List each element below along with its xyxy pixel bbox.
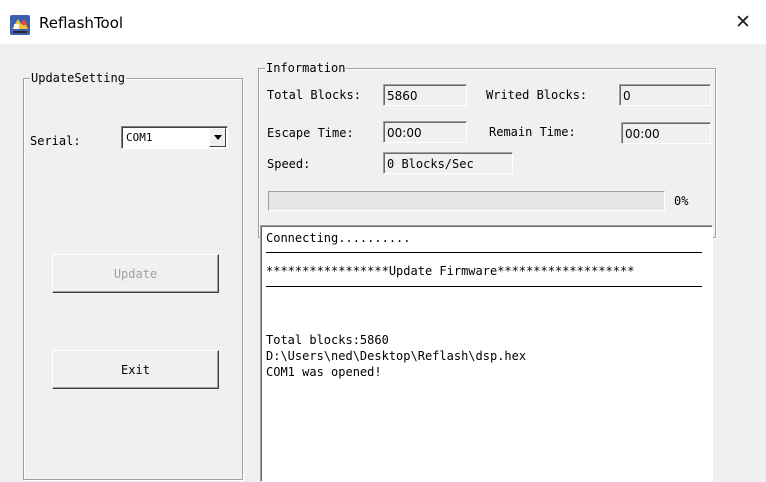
update-setting-group-label: UpdateSetting xyxy=(30,71,126,85)
title-bar[interactable]: ReflashTool ✕ xyxy=(0,0,766,44)
writed-blocks-label: Writed Blocks: xyxy=(486,88,588,102)
serial-port-value: COM1 xyxy=(126,131,153,144)
log-divider xyxy=(266,286,702,287)
remain-time-label: Remain Time: xyxy=(489,125,576,139)
total-blocks-field: 5860 xyxy=(383,84,467,106)
update-button[interactable]: Update xyxy=(52,254,219,293)
log-output[interactable]: Connecting.......... *****************Up… xyxy=(260,225,713,482)
remain-time-field: 00:00 xyxy=(621,122,711,144)
exit-button[interactable]: Exit xyxy=(52,350,219,389)
window-title: ReflashTool xyxy=(39,14,124,32)
log-line: COM1 was opened! xyxy=(266,365,382,379)
speed-label: Speed: xyxy=(267,157,311,171)
writed-blocks-field: 0 xyxy=(619,84,711,106)
log-line: Total blocks:5860 xyxy=(266,333,389,347)
dialog-client-area: UpdateSetting Serial: COM1 Update Exit I… xyxy=(0,44,766,482)
progress-bar xyxy=(268,191,665,211)
information-group-label: Information xyxy=(265,61,347,75)
serial-label: Serial: xyxy=(30,134,81,148)
log-line: *****************Update Firmware********… xyxy=(266,264,635,278)
close-button[interactable]: ✕ xyxy=(720,0,766,44)
log-line: Connecting.......... xyxy=(266,231,411,245)
reflash-app-icon xyxy=(10,15,30,35)
speed-field: 0 Blocks/Sec xyxy=(383,152,513,174)
close-icon: ✕ xyxy=(735,11,751,33)
total-blocks-label: Total Blocks: xyxy=(267,88,361,102)
escape-time-field: 00:00 xyxy=(383,121,467,143)
log-line: D:\Users\ned\Desktop\Reflash\dsp.hex xyxy=(266,349,527,363)
log-divider xyxy=(266,252,702,253)
serial-port-dropdown[interactable]: COM1 xyxy=(121,126,228,149)
escape-time-label: Escape Time: xyxy=(267,126,354,140)
chevron-down-icon[interactable] xyxy=(209,128,226,147)
progress-percent: 0% xyxy=(674,194,689,208)
